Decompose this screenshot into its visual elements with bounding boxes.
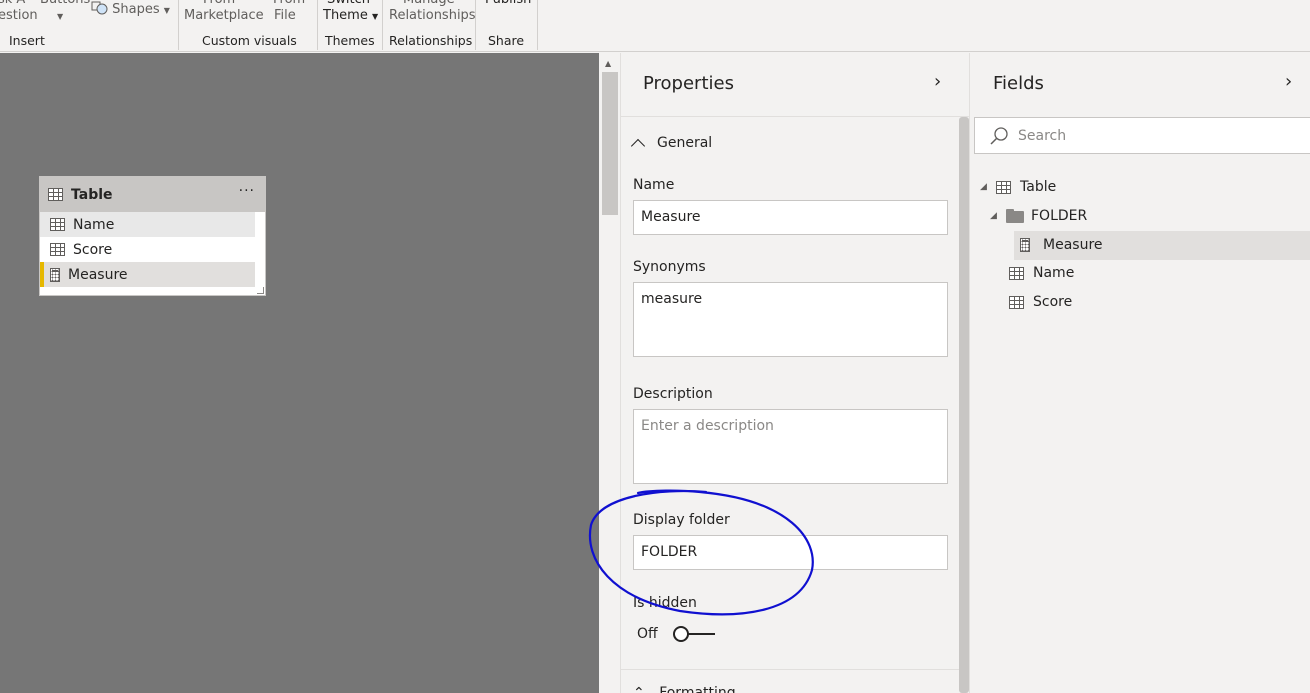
tree-item-label: Table	[1020, 179, 1057, 195]
folder-icon	[1006, 209, 1024, 223]
tree-item-label: FOLDER	[1031, 208, 1088, 224]
ribbon: sk A estion Buttons ▼ Shapes ▼ Insert Fr…	[0, 0, 1310, 52]
column-icon	[1009, 295, 1024, 309]
ribbon-publish-button[interactable]: Publish	[485, 0, 531, 8]
expand-triangle-icon[interactable]: ◢	[990, 211, 1006, 221]
chevron-down-icon[interactable]: ▼	[57, 9, 63, 25]
ribbon-group-share: Share	[488, 33, 525, 48]
properties-pane: Properties › General Name Measure Synony…	[621, 53, 970, 693]
tree-item-label: Score	[1033, 294, 1073, 310]
synonyms-label: Synonyms	[633, 259, 706, 275]
expand-triangle-icon[interactable]: ◢	[980, 182, 996, 192]
table-card-row-selected[interactable]: Measure	[40, 262, 255, 287]
table-card-title: Table	[71, 186, 113, 203]
ribbon-ask-question-label[interactable]: estion	[0, 8, 38, 24]
name-label: Name	[633, 177, 675, 193]
scrollbar-thumb[interactable]	[602, 72, 618, 215]
table-card[interactable]: Table ··· Name Score Measure	[39, 176, 266, 296]
is-hidden-toggle[interactable]	[673, 626, 715, 642]
fields-pane: Fields › Search ◢ Table ◢ FOLDER Measure…	[971, 53, 1310, 693]
description-label: Description	[633, 386, 713, 402]
display-folder-input[interactable]: FOLDER	[633, 535, 948, 570]
name-input[interactable]: Measure	[633, 200, 948, 235]
properties-title: Properties	[643, 73, 734, 94]
column-icon	[50, 243, 65, 256]
canvas-scrollbar[interactable]: ▲	[599, 53, 621, 693]
synonyms-input[interactable]: measure	[633, 282, 948, 357]
ribbon-group-insert: Insert	[9, 33, 45, 48]
ribbon-separator	[317, 0, 318, 50]
tree-item-label: Name	[1033, 265, 1075, 281]
divider	[621, 669, 959, 670]
column-icon	[50, 218, 65, 231]
fields-title: Fields	[993, 73, 1044, 94]
ribbon-switch-theme-label: Theme	[323, 8, 368, 23]
measure-icon	[50, 267, 60, 282]
ribbon-ask-question-top[interactable]: sk A	[0, 0, 25, 8]
ribbon-separator	[475, 0, 476, 50]
ribbon-separator	[178, 0, 179, 50]
general-section-header[interactable]: General	[630, 135, 713, 154]
collapse-properties-chevron-icon[interactable]: ›	[934, 71, 941, 92]
tree-item-table[interactable]: ◢ Table	[980, 173, 1056, 201]
tree-item-folder[interactable]: ◢ FOLDER	[990, 202, 1087, 230]
shapes-icon	[91, 1, 108, 15]
ribbon-group-relationships: Relationships	[389, 33, 473, 48]
table-icon	[996, 180, 1011, 194]
ribbon-from-marketplace-button[interactable]: Marketplace	[184, 8, 264, 24]
collapse-fields-chevron-icon[interactable]: ›	[1285, 71, 1292, 92]
selection-indicator	[40, 262, 44, 287]
resize-handle[interactable]	[257, 287, 264, 294]
tree-item-name[interactable]: Name	[1009, 259, 1074, 287]
display-folder-label: Display folder	[633, 512, 730, 528]
ribbon-manage-relationships-top[interactable]: Manage	[403, 0, 455, 8]
toggle-knob	[673, 626, 689, 642]
search-placeholder: Search	[1018, 127, 1067, 144]
ribbon-from-marketplace-top[interactable]: From	[203, 0, 235, 8]
ribbon-from-file-button[interactable]: File	[274, 8, 296, 24]
search-icon	[990, 126, 1008, 145]
chevron-icon: ⌃	[633, 685, 645, 693]
ribbon-separator	[537, 0, 538, 50]
table-icon	[48, 188, 63, 201]
table-card-header[interactable]: Table ···	[40, 177, 265, 212]
ribbon-group-custom-visuals: Custom visuals	[202, 33, 297, 48]
ribbon-shapes-label: Shapes	[112, 2, 160, 17]
fields-search-input[interactable]: Search	[974, 117, 1310, 154]
table-card-row[interactable]: Score	[40, 237, 255, 262]
ribbon-switch-theme-button[interactable]: Theme ▼	[323, 8, 378, 25]
table-card-row-label: Measure	[68, 266, 128, 283]
ribbon-switch-theme-top[interactable]: Switch	[327, 0, 370, 8]
measure-icon	[1020, 238, 1030, 252]
model-canvas[interactable]	[0, 53, 599, 693]
formatting-section-header[interactable]: ⌃ Formatting	[633, 685, 736, 693]
tree-item-label: Measure	[1043, 237, 1103, 253]
table-card-row-label: Name	[73, 216, 115, 233]
is-hidden-state: Off	[637, 626, 658, 642]
ribbon-shapes-button[interactable]: Shapes ▼	[91, 1, 170, 19]
chevron-up-icon	[630, 138, 646, 154]
ribbon-group-themes: Themes	[325, 33, 375, 48]
more-options-icon[interactable]: ···	[239, 183, 255, 199]
column-icon	[1009, 266, 1024, 280]
table-card-row-label: Score	[73, 241, 113, 258]
chevron-down-icon: ▼	[163, 6, 170, 15]
tree-item-score[interactable]: Score	[1009, 288, 1072, 316]
table-card-row[interactable]: Name	[40, 212, 255, 237]
scroll-up-icon[interactable]: ▲	[605, 59, 611, 68]
chevron-down-icon: ▼	[371, 12, 379, 21]
description-input[interactable]: Enter a description	[633, 409, 948, 484]
ribbon-buttons-label[interactable]: Buttons	[40, 0, 90, 8]
ribbon-manage-relationships-button[interactable]: Relationships	[389, 8, 476, 24]
formatting-section-label: Formatting	[659, 685, 736, 693]
properties-scrollbar[interactable]	[959, 117, 969, 693]
divider	[621, 116, 970, 117]
ribbon-separator	[382, 0, 383, 50]
tree-item-measure[interactable]: Measure	[1020, 231, 1103, 259]
ribbon-from-file-top[interactable]: From	[273, 0, 305, 8]
general-section-label: General	[657, 135, 713, 151]
is-hidden-label: Is hidden	[633, 595, 697, 611]
